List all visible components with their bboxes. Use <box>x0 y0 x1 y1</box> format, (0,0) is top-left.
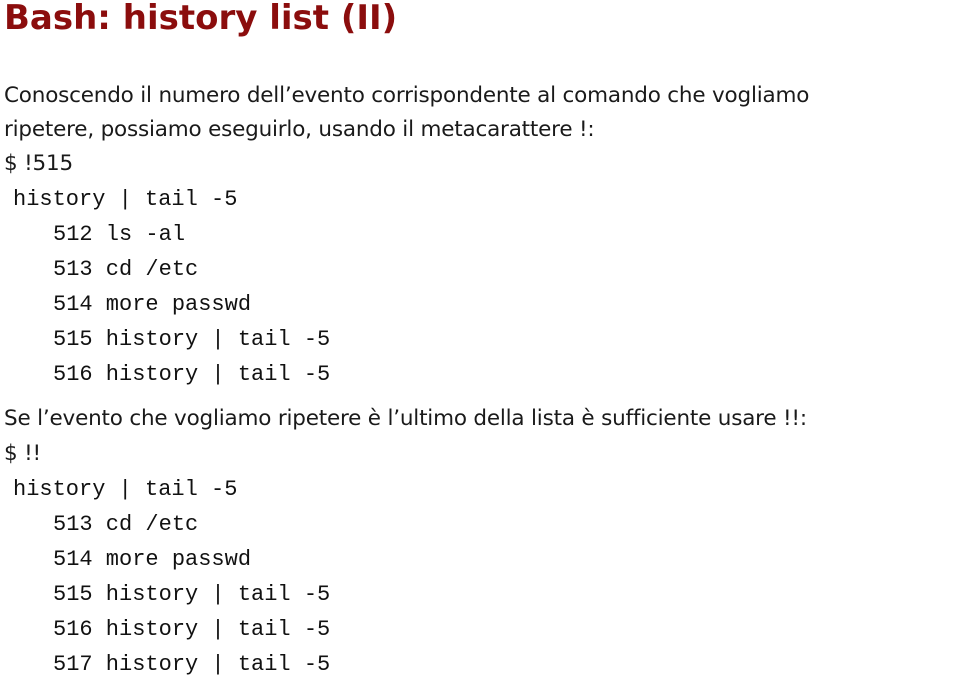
paragraph-line: Conoscendo il numero dell’evento corrisp… <box>4 83 810 108</box>
slide-title: Bash: history list (II) <box>4 0 398 38</box>
code-output-line: 513 cd /etc <box>53 512 199 537</box>
code-command: history | tail -5 <box>13 187 238 212</box>
code-output-line: 516 history | tail -5 <box>53 362 331 387</box>
paragraph-line: ripetere, possiamo eseguirlo, usando il … <box>4 117 595 142</box>
code-output-line: 516 history | tail -5 <box>53 617 331 642</box>
code-output-line: 513 cd /etc <box>53 257 199 282</box>
paragraph-line: Se l’evento che vogliamo ripetere è l’ul… <box>4 406 807 431</box>
code-output-line: 512 ls -al <box>53 222 186 247</box>
code-output-line: 517 history | tail -5 <box>53 652 331 677</box>
shell-prompt: $ !! <box>4 441 41 466</box>
shell-prompt: $ !515 <box>4 151 73 176</box>
code-output-line: 514 more passwd <box>53 547 252 572</box>
code-command: history | tail -5 <box>13 477 238 502</box>
code-output-line: 514 more passwd <box>53 292 252 317</box>
code-output-line: 515 history | tail -5 <box>53 327 331 352</box>
code-output-line: 515 history | tail -5 <box>53 582 331 607</box>
